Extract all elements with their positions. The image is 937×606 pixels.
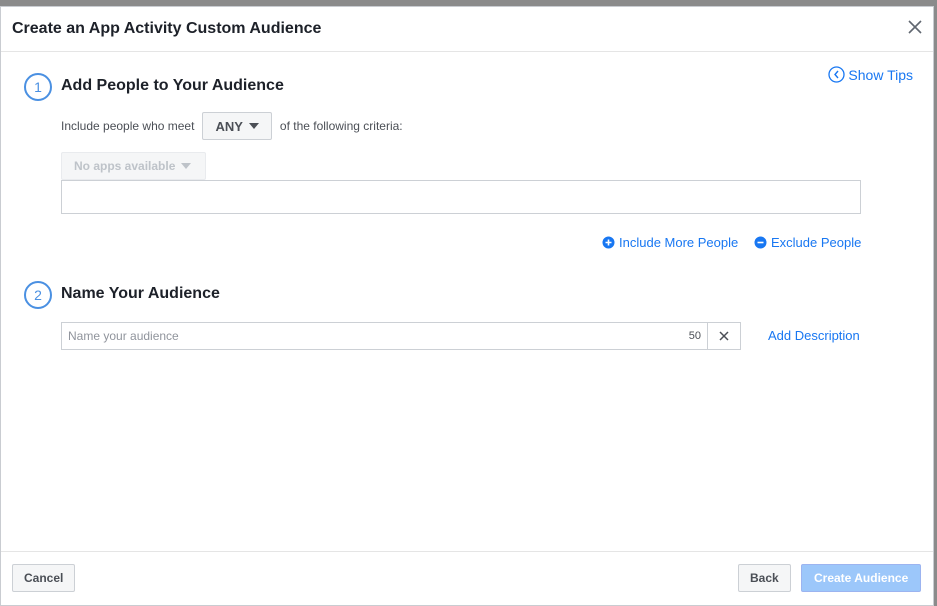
app-select-label: No apps available xyxy=(74,159,176,173)
match-type-dropdown[interactable]: ANY xyxy=(202,112,272,140)
exclude-people-link[interactable]: Exclude People xyxy=(754,235,861,250)
step-2-indicator: 2 xyxy=(24,281,52,309)
match-type-value: ANY xyxy=(215,118,243,134)
back-button[interactable]: Back xyxy=(738,564,791,592)
cancel-button[interactable]: Cancel xyxy=(12,564,76,592)
show-tips-label: Show Tips xyxy=(848,66,913,83)
add-description-link[interactable]: Add Description xyxy=(768,328,860,343)
dialog-header: Create an App Activity Custom Audience xyxy=(1,7,933,52)
criteria-box[interactable] xyxy=(61,180,861,214)
dialog-title: Create an App Activity Custom Audience xyxy=(12,20,322,37)
app-select-dropdown: No apps available xyxy=(61,152,206,180)
char-remaining-count: 50 xyxy=(688,330,701,342)
caret-down-icon xyxy=(248,123,259,129)
create-audience-button[interactable]: Create Audience xyxy=(801,564,922,592)
dialog-footer: Cancel Back Create Audience xyxy=(1,551,933,605)
criteria-row: Include people who meet ANY of the follo… xyxy=(61,112,403,140)
audience-name-input[interactable] xyxy=(62,323,677,349)
step-2-title: Name Your Audience xyxy=(61,285,220,302)
custom-audience-dialog: Create an App Activity Custom Audience S… xyxy=(0,6,934,606)
include-more-people-label: Include More People xyxy=(619,235,739,250)
clear-name-button[interactable] xyxy=(707,323,740,349)
show-tips-link[interactable]: Show Tips xyxy=(828,66,913,83)
criteria-suffix: of the following criteria: xyxy=(279,119,403,133)
audience-name-field: 50 xyxy=(61,322,741,350)
minus-circle-icon xyxy=(754,236,767,249)
close-icon xyxy=(719,331,729,341)
chevron-left-circle-icon xyxy=(828,66,846,83)
step-1-indicator: 1 xyxy=(24,73,52,101)
exclude-people-label: Exclude People xyxy=(771,235,862,250)
close-dialog-button[interactable] xyxy=(905,17,925,37)
include-more-people-link[interactable]: Include More People xyxy=(602,235,738,250)
step-1-title: Add People to Your Audience xyxy=(61,77,284,94)
close-icon xyxy=(908,20,922,34)
criteria-prefix: Include people who meet xyxy=(61,119,195,133)
caret-down-icon xyxy=(181,163,192,169)
plus-circle-icon xyxy=(602,236,615,249)
